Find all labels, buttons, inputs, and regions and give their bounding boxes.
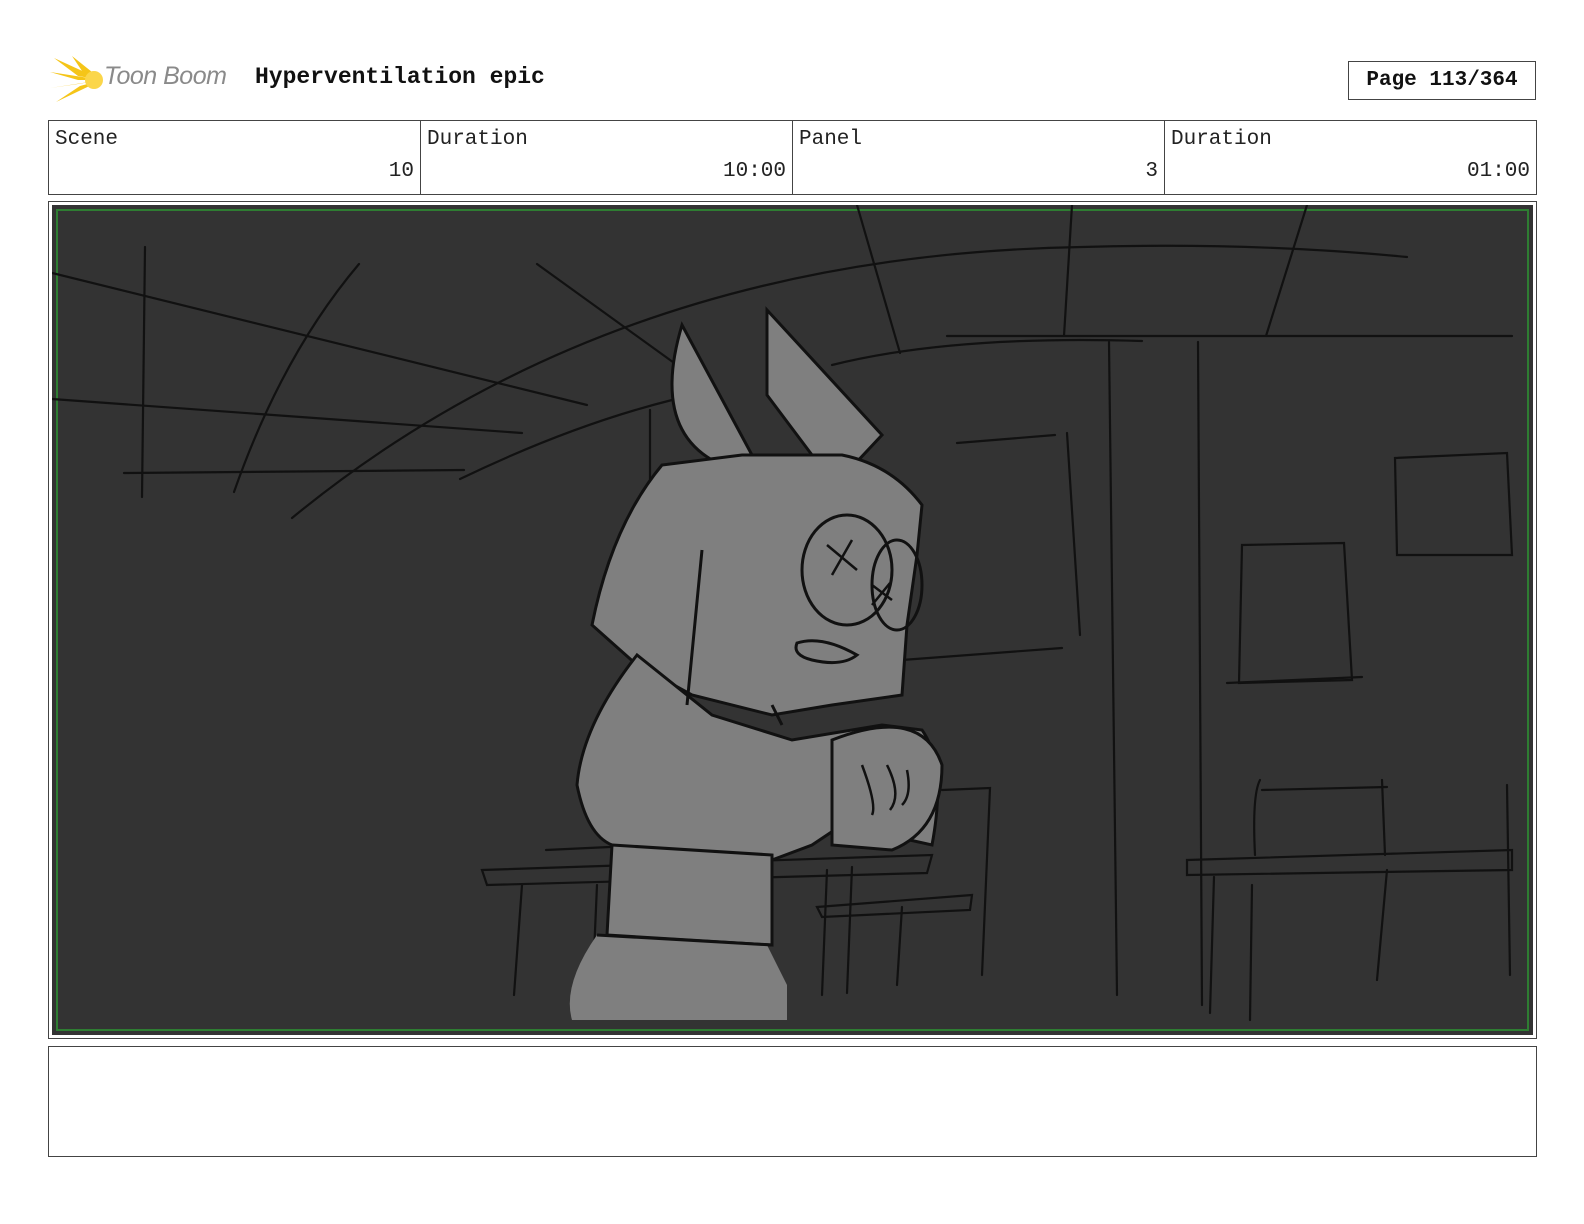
panel-duration-value: 01:00 [1466, 160, 1530, 183]
storyboard-panel-drawing [52, 205, 1533, 1035]
logo-wordmark: Toon Boom [104, 62, 227, 90]
scene-duration-value: 10:00 [722, 160, 786, 183]
scene-cell: Scene 10 [49, 121, 420, 194]
panel-label: Panel [799, 128, 863, 151]
scene-duration-cell: Duration 10:00 [420, 121, 792, 194]
panel-duration-cell: Duration 01:00 [1164, 121, 1536, 194]
panel-value: 3 [1145, 160, 1158, 183]
scene-duration-label: Duration [427, 128, 528, 151]
panel-notes-box [48, 1046, 1537, 1157]
scene-value: 10 [388, 160, 414, 183]
scene-info-table: Scene 10 Duration 10:00 Panel 3 Duration… [48, 120, 1537, 195]
page-number: Page 113/364 [1348, 61, 1536, 100]
scene-label: Scene [55, 128, 119, 151]
panel-duration-label: Duration [1171, 128, 1272, 151]
panel-cell: Panel 3 [792, 121, 1164, 194]
project-title: Hyperventilation epic [255, 64, 545, 90]
